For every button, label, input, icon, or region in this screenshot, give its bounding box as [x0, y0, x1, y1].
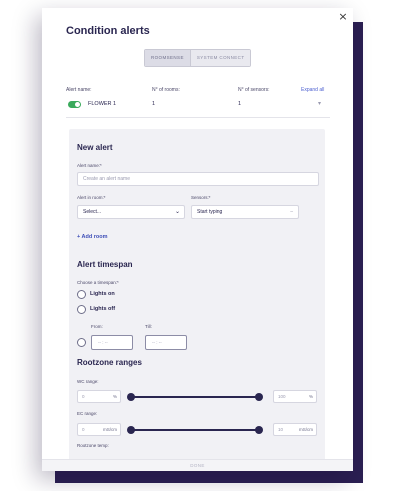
- sensors-input[interactable]: Start typing –: [191, 205, 299, 219]
- condition-alerts-dialog: Condition alerts ROOMSENSE SYSTEM CONNEC…: [42, 8, 353, 471]
- alert-name-label: Alert name:*: [77, 163, 102, 168]
- wc-min-unit: %: [112, 394, 117, 399]
- dialog-title: Condition alerts: [66, 25, 150, 37]
- table-row[interactable]: FLOWER 1 1 1 ▾: [66, 101, 330, 118]
- done-button[interactable]: DONE: [42, 459, 353, 471]
- wc-max-value: 100: [278, 394, 286, 399]
- sensors-count-cell: 1: [238, 101, 242, 107]
- wc-min-value: 0: [82, 394, 85, 399]
- ec-range-slider[interactable]: [131, 429, 259, 431]
- radio-button[interactable]: [77, 305, 86, 314]
- chevron-down-icon: ⌄: [174, 209, 180, 215]
- alert-room-label: Alert in room:*: [77, 195, 106, 200]
- alerts-table-header: Alert name: N° of rooms: N° of sensors: …: [66, 87, 330, 95]
- rootzone-ranges-heading: Rootzone ranges: [77, 358, 142, 367]
- wc-range-slider[interactable]: [131, 396, 259, 398]
- wc-min-handle[interactable]: [127, 393, 135, 401]
- room-select[interactable]: Select... ⌄: [77, 205, 185, 219]
- chevron-down-icon[interactable]: ▾: [318, 100, 321, 107]
- radio-button[interactable]: [77, 338, 86, 347]
- wc-max-unit: %: [308, 394, 313, 399]
- ec-max-input[interactable]: 10 mS/cm: [273, 423, 317, 436]
- radio-label: Lights off: [90, 306, 116, 312]
- close-icon[interactable]: ×: [336, 10, 350, 24]
- tab-roomsense[interactable]: ROOMSENSE: [145, 50, 191, 66]
- new-alert-panel: New alert Alert name:* Create an alert n…: [69, 129, 325, 464]
- sensors-clear-icon: –: [290, 209, 293, 215]
- alert-enabled-toggle[interactable]: [68, 101, 81, 108]
- alert-name-cell: FLOWER 1: [88, 101, 117, 107]
- col-alert-name: Alert name:: [66, 87, 92, 93]
- wc-range-label: WC range:: [77, 379, 99, 384]
- alert-timespan-heading: Alert timespan: [77, 260, 133, 269]
- from-time-input[interactable]: -- : --: [91, 335, 133, 350]
- sensors-label: Sensors:*: [191, 195, 211, 200]
- wc-min-input[interactable]: 0 %: [77, 390, 121, 403]
- ec-min-unit: mS/cm: [103, 427, 117, 432]
- sensors-input-value: Start typing: [197, 209, 223, 215]
- from-label: From:: [91, 324, 103, 329]
- till-time-input[interactable]: -- : --: [145, 335, 187, 350]
- choose-timespan-label: Choose a timespan:*: [77, 280, 119, 285]
- radio-button[interactable]: [77, 290, 86, 299]
- rooms-count-cell: 1: [152, 101, 156, 107]
- wc-max-input[interactable]: 100 %: [273, 390, 317, 403]
- rootzone-temp-label: Rootzone temp:: [77, 443, 109, 448]
- radio-label: Lights on: [90, 291, 115, 297]
- room-select-value: Select...: [83, 209, 102, 215]
- ec-range-label: EC range:: [77, 411, 98, 416]
- ec-min-input[interactable]: 0 mS/cm: [77, 423, 121, 436]
- ec-max-handle[interactable]: [255, 426, 263, 434]
- ec-max-unit: mS/cm: [299, 427, 313, 432]
- tab-system-connect[interactable]: SYSTEM CONNECT: [190, 50, 251, 66]
- till-label: Till:: [145, 324, 152, 329]
- add-room-button[interactable]: + Add room: [77, 234, 108, 240]
- ec-max-value: 10: [278, 427, 284, 432]
- new-alert-heading: New alert: [77, 143, 113, 152]
- alert-name-input[interactable]: Create an alert name: [77, 172, 319, 186]
- col-sensors: N° of sensors:: [238, 87, 270, 93]
- ec-min-value: 0: [82, 427, 85, 432]
- expand-all-link[interactable]: Expand all: [301, 87, 324, 93]
- wc-max-handle[interactable]: [255, 393, 263, 401]
- ec-min-handle[interactable]: [127, 426, 135, 434]
- col-rooms: N° of rooms:: [152, 87, 180, 93]
- source-tabs: ROOMSENSE SYSTEM CONNECT: [144, 49, 252, 67]
